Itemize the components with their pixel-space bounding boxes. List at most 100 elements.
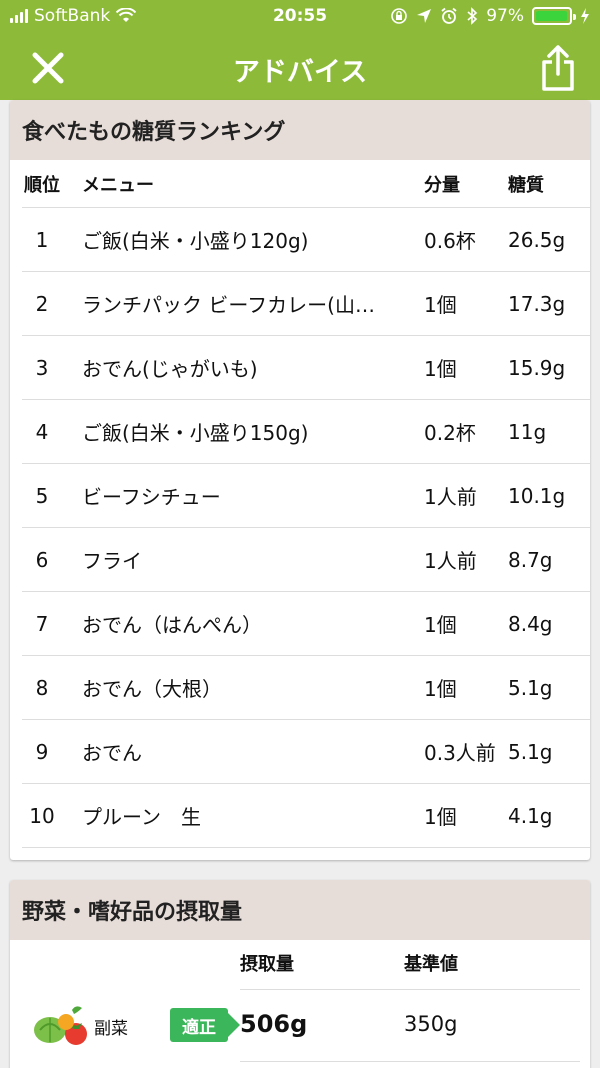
- rank-cell: 6: [22, 528, 62, 591]
- charging-icon: [581, 8, 589, 24]
- menu-cell: ご飯(白米・小盛り150g): [82, 400, 412, 463]
- rank-cell-text: 5: [35, 483, 49, 508]
- menu-cell-text: プルーン 生: [82, 805, 201, 829]
- header-intake: 摂取量: [240, 954, 294, 975]
- amount-cell: 0.2杯: [424, 400, 506, 463]
- menu-cell-text: ビーフシチュー: [82, 485, 221, 509]
- carbs-cell: 10.1g: [508, 464, 588, 527]
- amount-cell: 1人前: [424, 464, 506, 527]
- amount-cell: 0.3人前: [424, 720, 506, 783]
- carbs-cell-text: 11g: [508, 419, 547, 444]
- rank-cell: 8: [22, 656, 62, 719]
- rank-cell-text: 1: [35, 227, 49, 252]
- table-row[interactable]: 10 プルーン 生 1個 4.1g: [22, 784, 590, 848]
- table-row[interactable]: 9 おでん 0.3人前 5.1g: [22, 720, 590, 784]
- intake-table-header: 摂取量 基準値: [10, 940, 590, 990]
- menu-cell: ランチパック ビーフカレー(山…: [82, 272, 412, 335]
- intake-label: 副菜: [94, 1019, 128, 1039]
- amount-cell-text: 1個: [424, 613, 457, 637]
- table-row[interactable]: 4 ご飯(白米・小盛り150g) 0.2杯 11g: [22, 400, 590, 464]
- rank-cell: 4: [22, 400, 62, 463]
- header-standard: 基準値: [404, 954, 458, 975]
- menu-cell-text: おでん（大根）: [82, 677, 222, 701]
- menu-cell: プルーン 生: [82, 784, 412, 847]
- carbs-cell: 4.1g: [508, 784, 588, 847]
- carbs-cell: 26.5g: [508, 208, 588, 271]
- divider: [240, 1061, 580, 1062]
- rank-cell-text: 2: [35, 291, 49, 316]
- share-icon[interactable]: [538, 44, 578, 92]
- table-row[interactable]: 2 ランチパック ビーフカレー(山… 1個 17.3g: [22, 272, 590, 336]
- menu-cell-text: おでん(じゃがいも): [82, 357, 258, 381]
- header-menu: メニュー: [82, 174, 154, 196]
- carbs-cell-text: 4.1g: [508, 803, 553, 828]
- intake-title: 野菜・嗜好品の摂取量: [10, 880, 590, 940]
- status-badge: 適正: [170, 1008, 240, 1042]
- menu-cell-text: おでん: [82, 741, 142, 765]
- menu-cell-text: ランチパック ビーフカレー(山…: [82, 293, 375, 317]
- carbs-cell-text: 17.3g: [508, 291, 566, 316]
- intake-row[interactable]: 副菜 適正 506g 350g: [10, 990, 590, 1062]
- header-carbs: 糖質: [508, 174, 544, 196]
- menu-cell-text: ご飯(白米・小盛り120g): [82, 229, 309, 253]
- rank-cell-text: 9: [35, 739, 49, 764]
- amount-cell-text: 1人前: [424, 485, 477, 509]
- intake-value: 506g: [240, 1010, 308, 1038]
- table-row[interactable]: 1 ご飯(白米・小盛り120g) 0.6杯 26.5g: [22, 208, 590, 272]
- menu-cell-text: おでん（はんぺん）: [82, 613, 262, 637]
- rank-cell-text: 10: [29, 803, 55, 828]
- intake-card: 野菜・嗜好品の摂取量 摂取量 基準値 副菜 適正 506g 350g: [10, 880, 590, 1068]
- table-row[interactable]: 5 ビーフシチュー 1人前 10.1g: [22, 464, 590, 528]
- amount-cell-text: 0.2杯: [424, 421, 476, 445]
- carbs-cell: 8.4g: [508, 592, 588, 655]
- menu-cell-text: ご飯(白米・小盛り150g): [82, 421, 309, 445]
- menu-cell: おでん: [82, 720, 412, 783]
- carbs-cell: 5.1g: [508, 720, 588, 783]
- carbs-cell-text: 26.5g: [508, 227, 566, 252]
- amount-cell: 0.6杯: [424, 208, 506, 271]
- carbs-cell-text: 8.4g: [508, 611, 553, 636]
- amount-cell: 1人前: [424, 528, 506, 591]
- rank-cell-text: 4: [35, 419, 49, 444]
- lock-rotation-icon: [391, 8, 408, 24]
- vegetables-icon: [34, 1006, 87, 1045]
- menu-cell: おでん（はんぺん）: [82, 592, 412, 655]
- rank-cell: 10: [22, 784, 62, 847]
- rank-cell: 5: [22, 464, 62, 527]
- battery-percent: 97%: [486, 6, 524, 26]
- amount-cell: 1個: [424, 272, 506, 335]
- amount-cell-text: 1個: [424, 677, 457, 701]
- rank-cell: 7: [22, 592, 62, 655]
- header-amount: 分量: [424, 174, 460, 196]
- amount-cell-text: 1個: [424, 357, 457, 381]
- table-row[interactable]: 3 おでん(じゃがいも) 1個 15.9g: [22, 336, 590, 400]
- rank-cell-text: 8: [35, 675, 49, 700]
- rank-cell: 1: [22, 208, 62, 271]
- amount-cell-text: 1個: [424, 293, 457, 317]
- battery-icon: [532, 7, 576, 25]
- carbs-cell: 17.3g: [508, 272, 588, 335]
- table-row[interactable]: 8 おでん（大根） 1個 5.1g: [22, 656, 590, 720]
- amount-cell-text: 0.6杯: [424, 229, 476, 253]
- amount-cell-text: 1人前: [424, 549, 477, 573]
- nav-bar: アドバイス: [0, 34, 600, 100]
- rank-cell: 3: [22, 336, 62, 399]
- amount-cell-text: 0.3人前: [424, 741, 496, 765]
- ranking-rows: 1 ご飯(白米・小盛り120g) 0.6杯 26.5g 2 ランチパック ビーフカレー(山…: [10, 208, 590, 848]
- rank-cell-text: 3: [35, 355, 49, 380]
- menu-cell: おでん(じゃがいも): [82, 336, 412, 399]
- carbs-cell-text: 8.7g: [508, 547, 553, 572]
- amount-cell: 1個: [424, 592, 506, 655]
- status-bar: SoftBank 20:55 97%: [0, 0, 600, 34]
- menu-cell-text: フライ: [82, 549, 142, 573]
- location-icon: [417, 9, 432, 23]
- rank-cell: 9: [22, 720, 62, 783]
- rank-cell-text: 7: [35, 611, 49, 636]
- amount-cell: 1個: [424, 784, 506, 847]
- carbs-cell-text: 5.1g: [508, 675, 553, 700]
- ranking-table-header: 順位 メニュー 分量 糖質: [22, 160, 590, 208]
- header-rank: 順位: [24, 174, 60, 196]
- table-row[interactable]: 6 フライ 1人前 8.7g: [22, 528, 590, 592]
- table-row[interactable]: 7 おでん（はんぺん） 1個 8.4g: [22, 592, 590, 656]
- bluetooth-icon: [467, 7, 478, 25]
